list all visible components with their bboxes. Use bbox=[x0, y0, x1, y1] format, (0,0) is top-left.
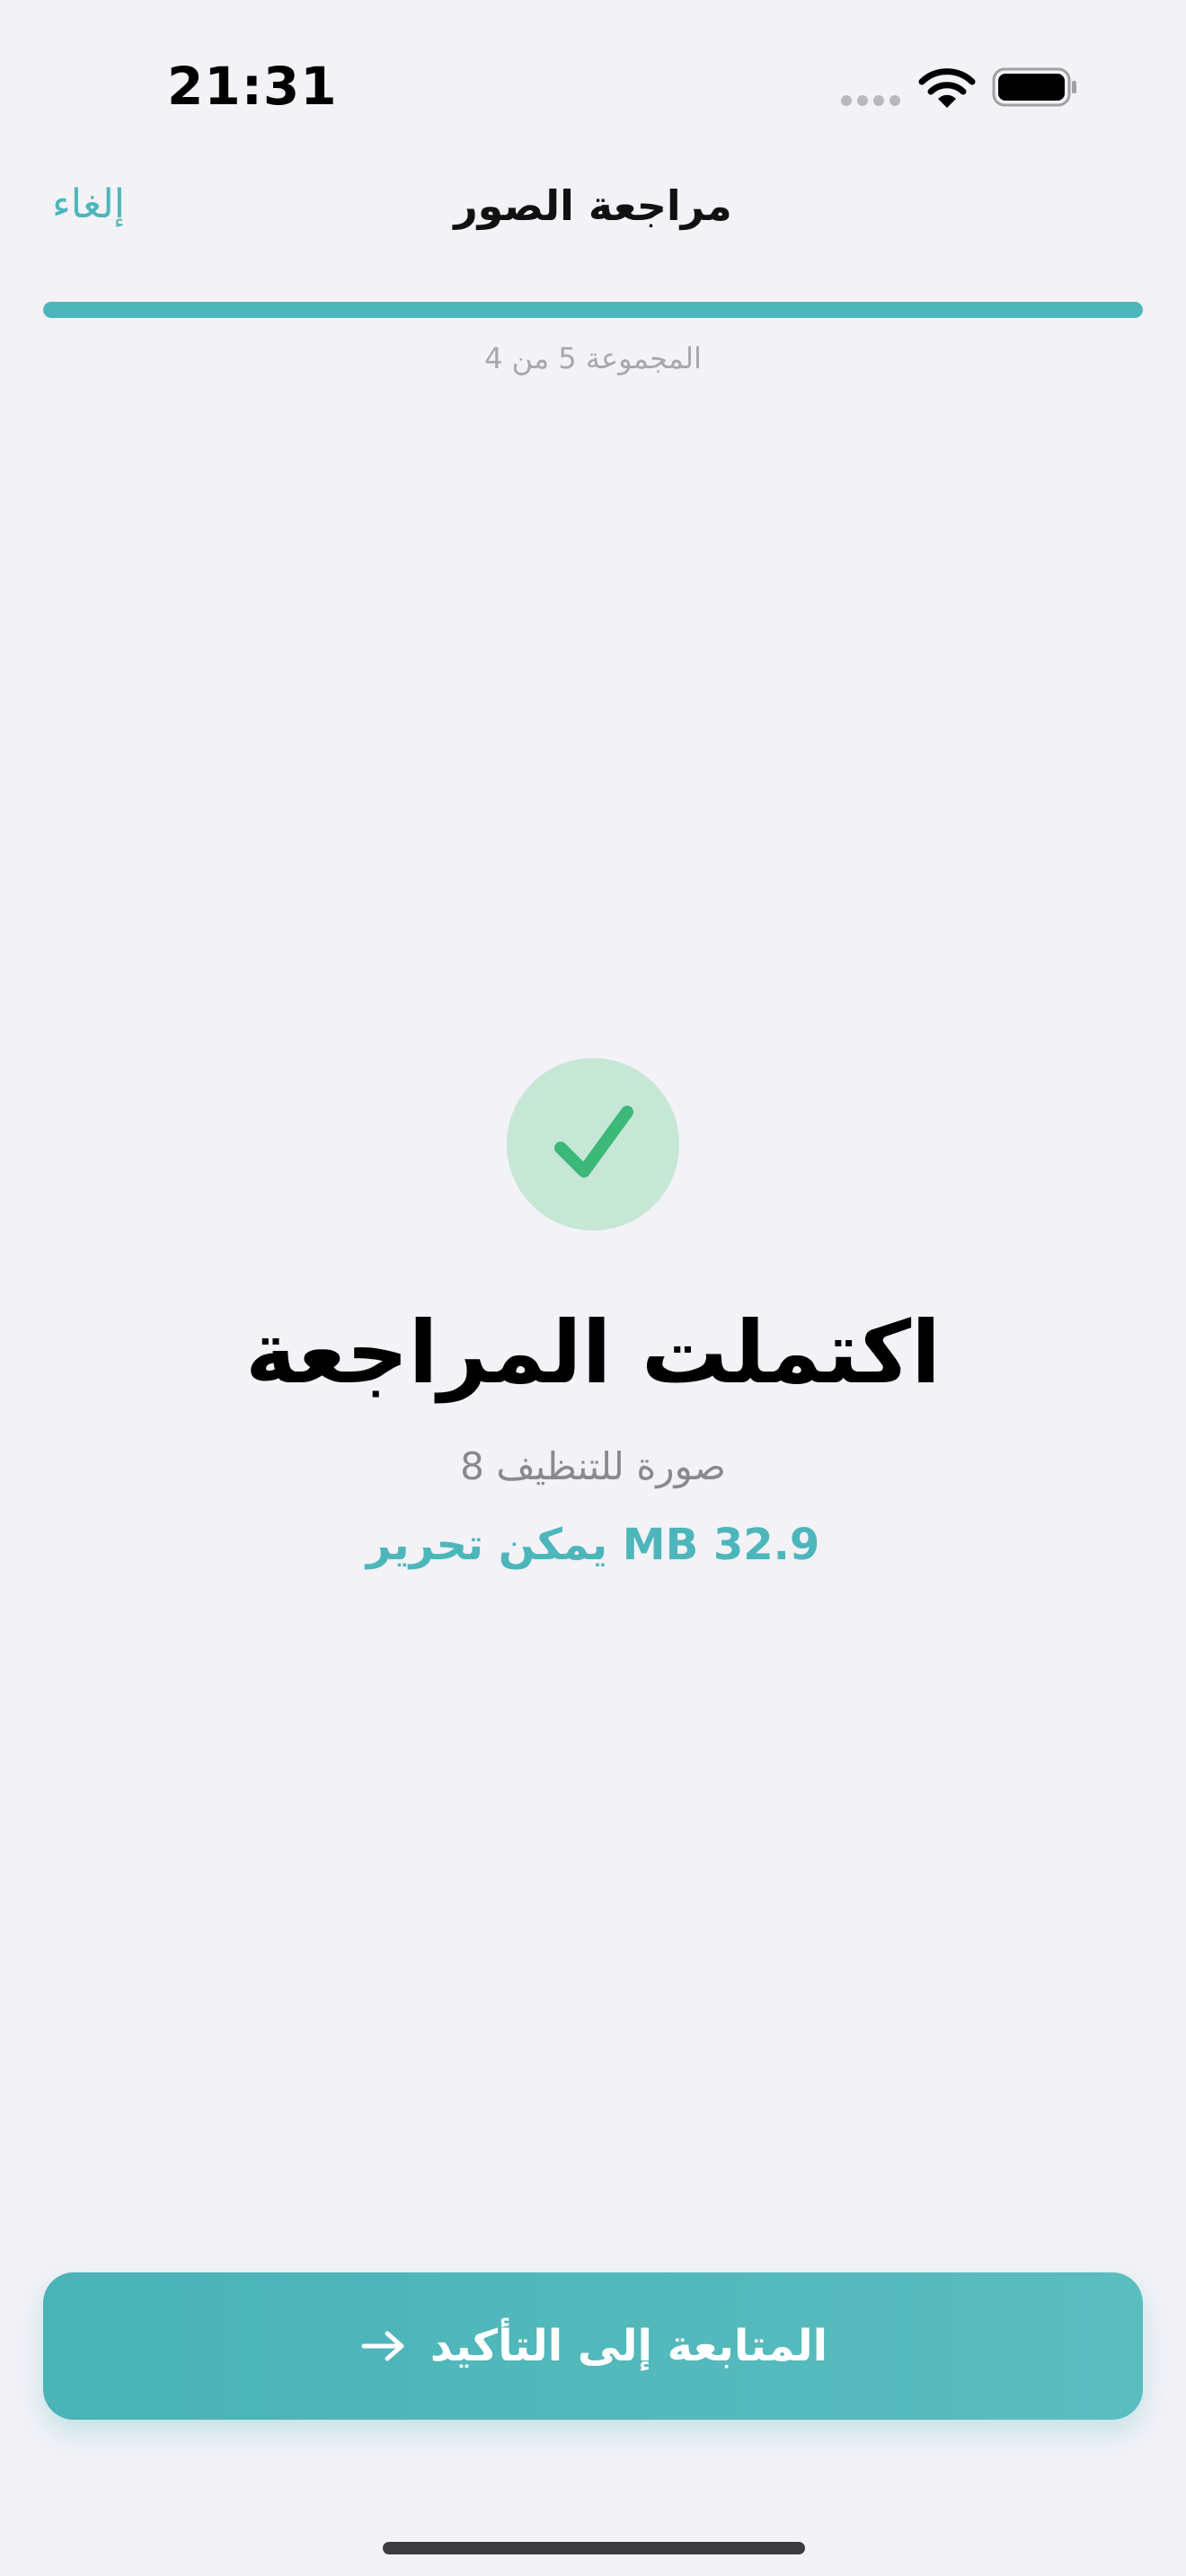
signal-dots-icon bbox=[841, 95, 900, 106]
arrow-right-icon bbox=[361, 2331, 404, 2361]
success-badge bbox=[507, 1058, 679, 1231]
wifi-icon bbox=[918, 68, 976, 108]
page-title: مراجعة الصور bbox=[454, 181, 732, 230]
status-time: 21:31 bbox=[167, 56, 338, 117]
progress-label: المجموعة 5 من 4 bbox=[484, 341, 702, 375]
status-bar: 21:31 bbox=[0, 0, 1186, 171]
nav-bar: مراجعة الصور إلغاء bbox=[0, 171, 1186, 260]
continue-to-confirm-button[interactable]: المتابعة إلى التأكيد bbox=[43, 2272, 1143, 2420]
photo-count-text: 8 صورة للتنظيف bbox=[460, 1444, 726, 1488]
battery-icon bbox=[992, 67, 1076, 107]
progress-bar bbox=[43, 302, 1143, 318]
continue-label: المتابعة إلى التأكيد bbox=[429, 2321, 828, 2371]
home-indicator bbox=[383, 2542, 805, 2554]
checkmark-icon bbox=[554, 1106, 633, 1178]
freeable-space-text: يمكن تحرير MB 32.9 bbox=[366, 1520, 820, 1570]
completion-heading: اكتملت المراجعة bbox=[244, 1302, 942, 1403]
cancel-button[interactable]: إلغاء bbox=[52, 181, 125, 227]
progress-fill bbox=[43, 302, 1143, 318]
